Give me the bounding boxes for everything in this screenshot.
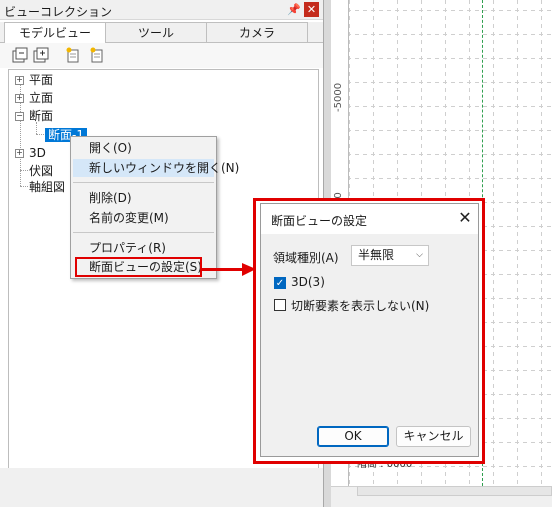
collapse-all-icon[interactable] xyxy=(12,47,28,63)
menu-highlight-box xyxy=(75,257,202,277)
dialog-close-button[interactable]: ✕ xyxy=(456,209,474,227)
pin-icon[interactable]: 📌 xyxy=(287,3,301,16)
cancel-button[interactable]: キャンセル xyxy=(396,426,471,447)
menu-separator xyxy=(73,232,214,233)
checkbox-3d-label[interactable]: 3D(3) xyxy=(291,275,325,289)
horizontal-scrollbar[interactable] xyxy=(357,486,552,496)
range-type-value: 半無限 xyxy=(358,248,395,262)
panel-titlebar: ビューコレクション 📌 ✕ xyxy=(0,0,323,20)
tree-connector xyxy=(20,170,28,171)
collapse-icon[interactable]: − xyxy=(15,112,24,121)
expand-icon[interactable]: + xyxy=(15,94,24,103)
expand-icon[interactable]: + xyxy=(15,149,24,158)
range-type-select[interactable]: 半無限 ⌵ xyxy=(351,245,429,266)
tree-node-label: 断面 xyxy=(29,109,54,123)
tab-model-view[interactable]: モデルビュー xyxy=(4,22,106,43)
callout-arrow xyxy=(202,268,244,271)
checkbox-hide-cut-elements-label[interactable]: 切断要素を表示しない(N) xyxy=(291,297,429,314)
menu-item-open[interactable]: 開く(O) xyxy=(89,139,132,157)
panel-toolbar xyxy=(0,43,323,68)
menu-item-rename[interactable]: 名前の変更(M) xyxy=(89,209,169,227)
checkbox-hide-cut-elements[interactable] xyxy=(274,299,286,311)
view-settings-icon[interactable] xyxy=(89,47,105,63)
chevron-down-icon: ⌵ xyxy=(416,250,423,260)
ruler-label: -5000 xyxy=(333,82,344,112)
menu-item-properties[interactable]: プロパティ(R) xyxy=(89,239,166,257)
panel-title: ビューコレクション xyxy=(4,5,113,19)
ok-button[interactable]: OK xyxy=(317,426,389,447)
checkbox-3d[interactable]: ✓ xyxy=(274,277,286,289)
menu-item-delete[interactable]: 削除(D) xyxy=(89,189,132,207)
tree-node-label: 伏図 xyxy=(29,164,54,178)
tree-node-label: 3D xyxy=(29,146,46,160)
menu-item-open-new-window[interactable]: 新しいウィンドウを開く(N) xyxy=(73,159,239,177)
tab-tools[interactable]: ツール xyxy=(105,22,207,42)
new-view-icon[interactable] xyxy=(65,47,81,63)
menu-separator xyxy=(73,182,214,183)
tree-connector xyxy=(20,186,28,187)
tree-node-label: 立面 xyxy=(29,91,54,105)
dialog-titlebar: 断面ビューの設定 ✕ xyxy=(261,204,478,234)
tree-connector xyxy=(36,134,44,135)
expand-icon[interactable]: + xyxy=(15,76,24,85)
tree-node-framing-plan[interactable]: 伏図 xyxy=(29,163,53,179)
dialog-title: 断面ビューの設定 xyxy=(271,214,368,228)
tree-node-label: 軸組図 xyxy=(29,180,66,194)
panel-tabs: モデルビュー ツール カメラ xyxy=(0,22,323,43)
tab-camera[interactable]: カメラ xyxy=(206,22,308,42)
panel-close-button[interactable]: ✕ xyxy=(304,2,319,17)
range-type-label: 領域種別(A) xyxy=(273,251,339,265)
panel-footer xyxy=(0,468,323,507)
tree-node-axis-frame[interactable]: 軸組図 xyxy=(29,179,65,195)
tree-node-label: 平面 xyxy=(29,73,54,87)
expand-all-icon[interactable] xyxy=(33,47,49,63)
section-view-settings-dialog: 断面ビューの設定 ✕ 領域種別(A) 半無限 ⌵ ✓ 3D(3) 切断要素を表示… xyxy=(260,203,479,457)
